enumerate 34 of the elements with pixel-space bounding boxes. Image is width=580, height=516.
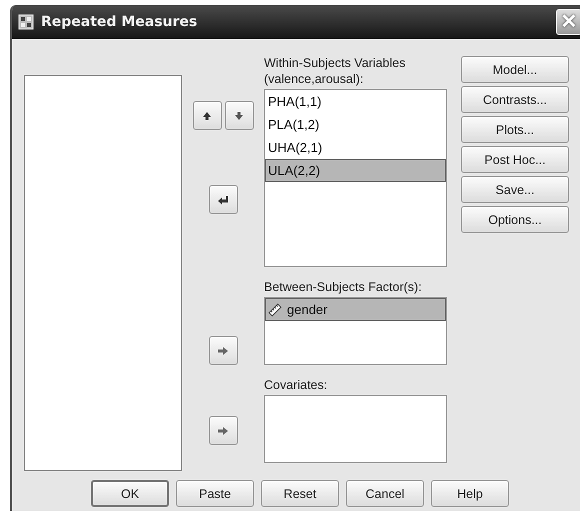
dialog-button[interactable]: OK [91,480,169,507]
dialog-button[interactable]: Plots... [461,116,569,143]
up-arrow-icon [201,110,213,122]
list-item[interactable]: UHA(2,1) [265,136,446,159]
grid-icon [18,14,34,30]
list-label: Between-Subjects Factor(s): [264,279,423,295]
left-arrow-icon [217,194,229,206]
within-list[interactable]: PHA(1,1) PLA(1,2) UHA(2,1) ULA(2,2) [264,89,447,267]
dialog-button[interactable]: Post Hoc... [461,146,569,173]
dialog-button[interactable]: Reset [261,480,339,507]
between-list[interactable]: gender [264,297,447,365]
dialog-button[interactable]: Options... [461,206,569,233]
move-up-button[interactable] [192,101,222,130]
list-item[interactable]: gender [265,298,446,321]
list-item[interactable]: PLA(1,2) [265,113,446,136]
list-label: Covariates: [264,377,328,393]
list-label: Within-Subjects Variables (valence,arousal): [264,55,406,87]
list-item[interactable]: ULA(2,2) [265,159,446,182]
right-arrow-icon [217,344,229,356]
dialog-button[interactable]: Contrasts... [461,86,569,113]
down-arrow-icon [233,110,245,122]
dialog-button[interactable]: Model... [461,56,569,83]
list-item[interactable]: PHA(1,1) [265,90,446,113]
dialog-button[interactable]: Save... [461,176,569,203]
dialog-button[interactable]: Cancel [346,480,424,507]
move-down-button[interactable] [224,101,254,130]
move-right-button[interactable] [208,416,238,445]
dialog-button[interactable]: Paste [176,480,254,507]
move-back-button[interactable] [208,185,238,214]
window-title: Repeated Measures [41,14,198,30]
covariates-list[interactable] [264,395,447,463]
move-right-button[interactable] [208,336,238,365]
dialog-button[interactable]: Help [431,480,509,507]
right-arrow-icon [217,424,229,436]
